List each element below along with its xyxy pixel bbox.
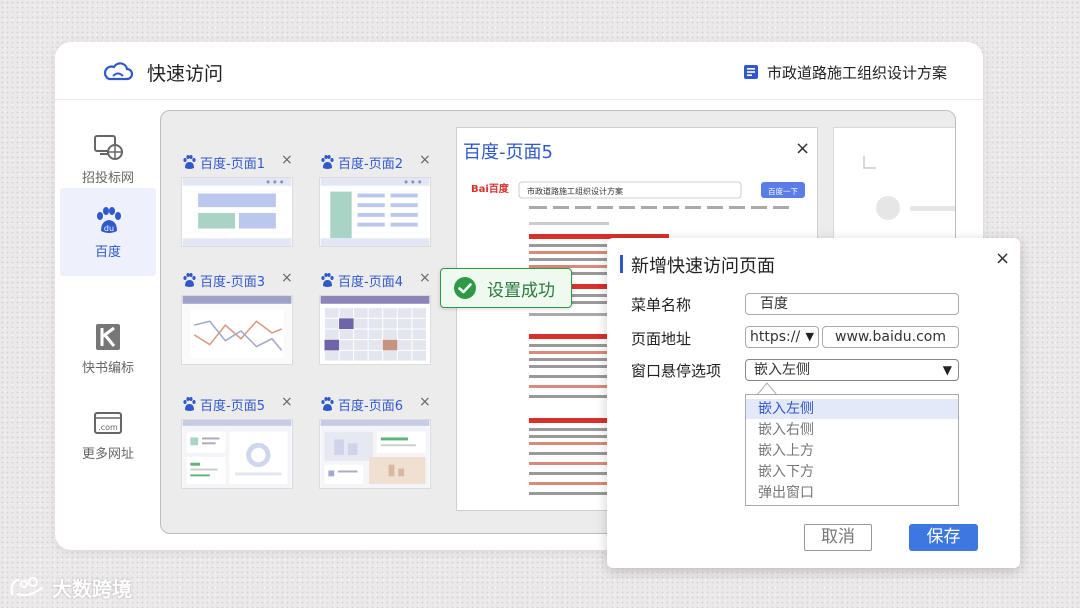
sidebar-item-baidu[interactable]: du 百度 [60,188,156,276]
browser-title: 百度-页面5 [463,142,553,163]
dialog-close-icon[interactable]: × [995,248,1010,269]
thumbnail-header: 百度-页面1 × [181,151,293,173]
cloud-icon [103,62,133,81]
page-thumbnail-4[interactable]: 百度-页面4 × [319,269,431,381]
float-option-value: 嵌入左侧 [754,362,810,378]
thumbnail-preview [181,177,293,247]
sidebar-item-label: 招投标网 [81,170,134,186]
thumbnail-label: 百度-页面5 [200,399,265,414]
float-option-label: 窗口悬停选项 [631,362,722,380]
save-button[interactable]: 保存 [909,524,978,551]
search-button-label: 百度一下 [768,186,798,196]
success-toast: 设置成功 [440,268,572,308]
thumbnail-label: 百度-页面3 [200,275,265,290]
page-thumbnail-5[interactable]: 百度-页面5 × [181,393,293,505]
svg-text:.com: .com [98,423,118,432]
thumbnail-close-icon[interactable]: × [419,152,431,168]
document-title[interactable]: 市政道路施工组织设计方案 [767,62,947,83]
thumbnail-preview [319,177,431,247]
menu-name-label: 菜单名称 [631,296,692,314]
sidebar-item-label: 更多网址 [81,446,134,462]
brand-watermark: 大数跨境 [8,574,132,601]
thumbnail-label: 百度-页面4 [338,275,403,290]
baidu-logo: Bai百度 [471,182,510,195]
float-option-select[interactable]: 嵌入左侧 ▼ [745,359,959,381]
add-quick-access-dialog: 新增快速访问页面 × 菜单名称 百度 页面地址 https:// ▼ www.b… [607,238,1020,568]
sidebar-item-label: 百度 [94,244,121,260]
menu-name-input[interactable]: 百度 [745,293,959,315]
chevron-down-icon: ▼ [942,363,952,377]
page-thumbnail-1[interactable]: 百度-页面1 × [181,151,293,263]
baidu-paw-icon [321,397,334,411]
baidu-paw-icon [183,155,196,169]
brand-text: 大数跨境 [52,576,132,601]
thumbnail-header: 百度-页面6 × [319,393,431,415]
baidu-paw-icon [183,397,196,411]
brand-logo-icon [10,577,44,597]
thumbnail-header: 百度-页面5 × [181,393,293,415]
page-thumbnail-2[interactable]: 百度-页面2 × [319,151,431,263]
cancel-button[interactable]: 取消 [804,524,872,551]
monitor-globe-icon [94,134,123,160]
float-option-list: 嵌入左侧 嵌入右侧 嵌入上方 嵌入下方 弹出窗口 [745,394,959,506]
protocol-value: https:// [750,329,801,345]
thumbnail-preview [181,295,293,365]
sidebar-item-label: 快书编标 [81,360,134,376]
float-option-popup[interactable]: 弹出窗口 [746,483,958,503]
baidu-paw-icon [321,273,334,287]
page-thumbnail-6[interactable]: 百度-页面6 × [319,393,431,505]
float-option-embed-top[interactable]: 嵌入上方 [746,441,958,461]
toast-message: 设置成功 [487,280,555,301]
thumbnail-close-icon[interactable]: × [281,270,293,286]
thumbnail-preview [319,295,431,365]
thumbnail-close-icon[interactable]: × [419,394,431,410]
search-query-text: 市政道路施工组织设计方案 [527,186,623,196]
thumbnail-preview [319,419,431,489]
thumbnail-label: 百度-页面1 [200,157,265,172]
window-header: 快速访问 市政道路施工组织设计方案 [55,42,983,100]
thumbnail-header: 百度-页面3 × [181,269,293,291]
float-option-embed-bottom[interactable]: 嵌入下方 [746,462,958,482]
thumbnail-close-icon[interactable]: × [281,152,293,168]
sidebar-item-more-sites[interactable]: .com 更多网址 [60,390,156,478]
chevron-down-icon: ▼ [805,330,814,343]
protocol-select[interactable]: https:// ▼ [745,326,819,348]
dropdown-pointer [757,382,777,395]
page-thumbnail-3[interactable]: 百度-页面3 × [181,269,293,381]
float-option-embed-right[interactable]: 嵌入右侧 [746,420,958,440]
thumbnail-header: 百度-页面2 × [319,151,431,173]
url-input[interactable]: www.baidu.com [822,326,959,348]
browser-close-icon[interactable]: × [795,138,810,159]
sidebar-item-kuaishu[interactable]: 快书编标 [60,304,156,392]
baidu-paw-icon [183,273,196,287]
url-label: 页面地址 [631,330,692,348]
dialog-title: 新增快速访问页面 [631,256,775,277]
baidu-paw-icon: du [97,206,121,233]
float-option-embed-left[interactable]: 嵌入左侧 [746,399,958,419]
check-circle-icon [454,277,476,299]
kuaishu-logo-icon [96,323,120,350]
thumbnail-label: 百度-页面6 [338,399,403,414]
dot-com-icon: .com [94,411,122,434]
dialog-title-accent [620,255,623,273]
thumbnail-preview [181,419,293,489]
thumbnail-close-icon[interactable]: × [419,270,431,286]
word-document-icon [744,65,758,79]
baidu-paw-icon [321,155,334,169]
app-title: 快速访问 [147,63,224,85]
thumbnail-label: 百度-页面2 [338,157,403,172]
thumbnail-header: 百度-页面4 × [319,269,431,291]
thumbnail-close-icon[interactable]: × [281,394,293,410]
svg-text:du: du [104,224,114,233]
